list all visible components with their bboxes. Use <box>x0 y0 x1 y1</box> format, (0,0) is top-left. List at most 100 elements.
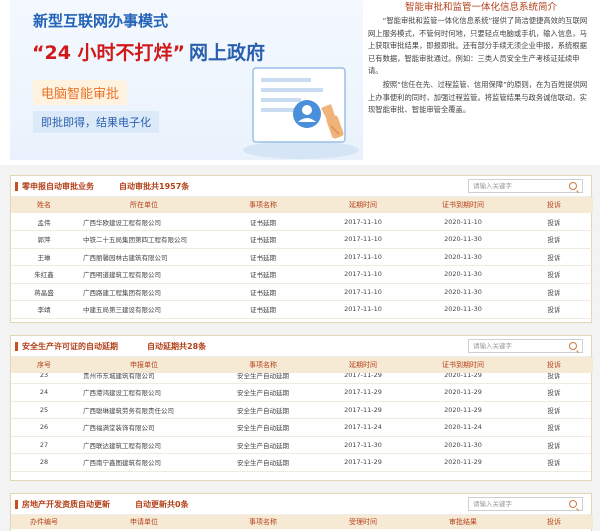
search-input[interactable] <box>469 498 564 510</box>
panel-count: 自动审批共1957条 <box>119 181 189 192</box>
cell-expire-date: 2020-11-30 <box>411 248 515 266</box>
column-header[interactable]: 办件编号 <box>11 515 77 529</box>
cell-extend-date: 2017-11-29 <box>315 383 411 402</box>
promo-slogan: “24 小时不打烊” 网上政府 <box>32 38 265 65</box>
top-banner: 新型互联网办事模式 “24 小时不打烊” 网上政府 电脑智能审批 即批即得，结果电… <box>0 0 600 165</box>
column-header[interactable]: 投诉 <box>515 357 593 373</box>
cell-extend-date: 2017-11-10 <box>315 283 411 301</box>
column-header[interactable]: 受理时间 <box>315 515 411 529</box>
column-header[interactable]: 事项名称 <box>211 197 315 213</box>
cell-expire-date: 2020-11-29 <box>411 453 515 472</box>
column-header[interactable]: 事项名称 <box>211 357 315 373</box>
promo-banner-image[interactable]: 新型互联网办事模式 “24 小时不打烊” 网上政府 电脑智能审批 即批即得，结果电… <box>10 0 363 160</box>
complaint-link[interactable]: 投诉 <box>515 248 593 266</box>
complaint-link[interactable]: 投诉 <box>515 401 591 419</box>
cell-expire-date: 2020-11-30 <box>411 436 515 454</box>
panel-header: 安全生产许可证的自动延期 自动延期共28条 <box>11 336 591 357</box>
cell-expire-date: 2020-11-24 <box>411 418 515 437</box>
table-row[interactable]: 27 广西联达建筑工程有限公司 安全生产自动延期 2017-11-30 2020… <box>11 436 591 454</box>
search-box <box>468 339 583 353</box>
column-header[interactable]: 投诉 <box>515 197 593 213</box>
column-header[interactable]: 事项名称 <box>211 515 315 529</box>
table-row[interactable]: 蒋晶盛 广西路建工程集团有限公司 证书延期 2017-11-10 2020-11… <box>11 283 593 301</box>
panel-title: 安全生产许可证的自动延期 <box>22 342 118 351</box>
count-prefix: 自动审批共 <box>119 182 159 191</box>
table-row[interactable]: 25 广西聪琳建筑劳务有限责任公司 安全生产自动延期 2017-11-29 20… <box>11 401 591 419</box>
cell-name: 王琳 <box>11 248 77 266</box>
column-header[interactable]: 序号 <box>11 357 77 373</box>
count-prefix: 自动更新共 <box>135 500 175 509</box>
column-header[interactable]: 申请单位 <box>77 515 211 529</box>
complaint-link[interactable]: 投诉 <box>515 436 591 454</box>
column-header[interactable]: 延期时间 <box>315 357 411 373</box>
cell-index: 24 <box>11 383 77 402</box>
promo-label: 电脑智能审批 <box>33 80 128 105</box>
cell-company: 广西联达建筑工程有限公司 <box>77 436 211 454</box>
complaint-link[interactable]: 投诉 <box>515 453 591 472</box>
column-header[interactable]: 姓名 <box>11 197 77 213</box>
table-row[interactable]: 28 广西南宁鑫图建筑有限公司 安全生产自动延期 2017-11-29 2020… <box>11 453 591 472</box>
complaint-link[interactable]: 投诉 <box>515 283 593 301</box>
cell-extend-date: 2017-11-10 <box>315 300 411 319</box>
cell-company: 贵州市东城建筑有限公司 <box>77 373 211 384</box>
cell-company: 广西福满堂装饰有限公司 <box>77 418 211 437</box>
complaint-link[interactable]: 投诉 <box>515 213 593 231</box>
table-row[interactable]: 郭萍 中铁二十五局集团第四工程有限公司 证书延期 2017-11-10 2020… <box>11 230 593 249</box>
complaint-link[interactable]: 投诉 <box>515 418 591 437</box>
cell-index: 23 <box>11 373 77 384</box>
column-header[interactable]: 审批结果 <box>411 515 515 529</box>
complaint-link[interactable]: 投诉 <box>515 383 591 402</box>
table-row[interactable]: 孟伟 广西华欧建设工程有限公司 证书延期 2017-11-10 2020-11-… <box>11 213 593 231</box>
table-row[interactable]: 24 广西港鸿建设工程有限公司 安全生产自动延期 2017-11-29 2020… <box>11 383 591 402</box>
extension-table-header: 序号 申报单位 事项名称 延期时间 证书到期时间 投诉 <box>11 357 593 373</box>
cell-company: 中铁二十五局集团第四工程有限公司 <box>77 230 211 249</box>
cell-name: 李靖 <box>11 300 77 319</box>
column-header[interactable]: 证书到期时间 <box>411 197 515 213</box>
scrolling-table-body[interactable]: 23 贵州市东城建筑有限公司 安全生产自动延期 2017-11-29 2020-… <box>11 373 591 482</box>
search-input[interactable] <box>469 180 564 192</box>
cell-item: 证书延期 <box>211 300 315 319</box>
search-input[interactable] <box>469 340 564 352</box>
cell-item: 安全生产自动延期 <box>211 453 315 472</box>
search-box <box>468 179 583 193</box>
search-icon[interactable] <box>569 342 577 350</box>
cell-item: 证书延期 <box>211 265 315 284</box>
column-header[interactable]: 证书到期时间 <box>411 357 515 373</box>
column-header[interactable]: 申报单位 <box>77 357 211 373</box>
panel-header: 零申报自动审批业务 自动审批共1957条 <box>11 176 591 197</box>
cell-expire-date: 2020-11-30 <box>411 230 515 249</box>
complaint-link[interactable]: 投诉 <box>515 373 591 384</box>
search-icon[interactable] <box>569 500 577 508</box>
table-row[interactable]: 王琳 广西丽馨园林古建筑有限公司 证书延期 2017-11-10 2020-11… <box>11 248 593 266</box>
complaint-link[interactable]: 投诉 <box>515 230 593 249</box>
cell-extend-date: 2017-11-29 <box>315 453 411 472</box>
column-header[interactable]: 所在单位 <box>77 197 211 213</box>
cell-expire-date: 2020-11-29 <box>411 373 515 384</box>
complaint-link[interactable]: 投诉 <box>515 300 593 319</box>
table-row[interactable]: 23 贵州市东城建筑有限公司 安全生产自动延期 2017-11-29 2020-… <box>11 373 591 384</box>
zero-declaration-approval-panel: 零申报自动审批业务 自动审批共1957条 姓名 所在单位 事项名称 延期时间 证… <box>10 175 593 323</box>
promo-slogan-quoted: “24 小时不打烊” <box>32 42 186 64</box>
cell-company: 广西南宁鑫图建筑有限公司 <box>77 453 211 472</box>
panel-count: 自动延期共28条 <box>147 341 206 352</box>
cell-extend-date: 2017-11-29 <box>315 401 411 419</box>
search-box <box>468 497 583 511</box>
cell-index: 25 <box>11 401 77 419</box>
column-header[interactable]: 投诉 <box>515 515 593 529</box>
approval-document-illustration <box>243 67 359 159</box>
intro-paragraph: “智能审批和监管一体化信息系统”提供了简洁便捷高效的互联网网上服务模式，不管何时… <box>368 16 588 76</box>
cell-expire-date: 2020-11-30 <box>411 265 515 284</box>
complaint-link[interactable]: 投诉 <box>515 265 593 284</box>
cell-name: 朱红鑫 <box>11 265 77 284</box>
column-header[interactable]: 延期时间 <box>315 197 411 213</box>
search-icon[interactable] <box>569 182 577 190</box>
cell-item: 安全生产自动延期 <box>211 418 315 437</box>
cell-item: 证书延期 <box>211 283 315 301</box>
cell-item: 证书延期 <box>211 248 315 266</box>
table-row[interactable]: 朱红鑫 广西明道建筑工程有限公司 证书延期 2017-11-10 2020-11… <box>11 265 593 284</box>
table-row[interactable]: 李靖 中建五局第三建设有限公司 证书延期 2017-11-10 2020-11-… <box>11 300 593 319</box>
cell-item: 安全生产自动延期 <box>211 383 315 402</box>
cell-company: 广西港鸿建设工程有限公司 <box>77 383 211 402</box>
table-row[interactable]: 26 广西福满堂装饰有限公司 安全生产自动延期 2017-11-24 2020-… <box>11 418 591 437</box>
panel-title: 零申报自动审批业务 <box>22 182 94 191</box>
